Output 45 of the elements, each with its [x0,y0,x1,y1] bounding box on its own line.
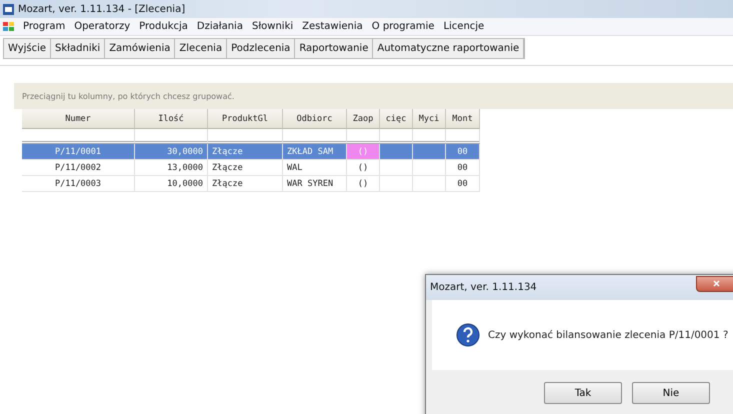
column-header[interactable]: Odbiorc [283,109,347,129]
table-cell: P/11/0003 [22,176,135,192]
dialog-message: Czy wykonać bilansowanie zlecenia P/11/0001 ? [488,330,728,340]
column-header[interactable]: Ilość [135,109,208,129]
table-cell: Złącze [208,176,283,192]
menu-item[interactable]: Program [23,21,66,32]
menu-item[interactable]: Działania [196,21,243,32]
menu-item[interactable]: O programie [372,21,434,32]
table-cell: P/11/0002 [22,160,135,176]
table-cell: 00 [446,160,480,176]
table-cell: 00 [446,176,480,192]
question-icon [456,323,480,347]
table-cell: () [347,160,380,176]
table-cell: () [347,144,380,160]
table-cell: 00 [446,144,480,160]
dialog-button[interactable]: Tak [544,382,622,404]
column-header[interactable]: Numer [22,109,135,129]
table-cell: ZKŁAD SAM [283,144,347,160]
table-cell: Złącze [208,144,283,160]
table-cell: 30,0000 [135,144,208,160]
menu-item[interactable]: Słowniki [252,21,294,32]
column-header[interactable]: Myci [413,109,446,129]
table-cell: Złącze [208,160,283,176]
close-button[interactable] [696,276,733,292]
app-icon [3,4,14,14]
column-header[interactable]: ProduktGl [208,109,283,129]
close-icon [712,280,720,287]
table-cell: WAL [283,160,347,176]
dialog-button[interactable]: Nie [632,382,710,404]
table-cell: WAR SYREN [283,176,347,192]
column-header[interactable]: cięc [380,109,413,129]
group-hint: Przeciągnij tu kolumny, po których chcesz grupować. [22,92,234,100]
window-menu-icon[interactable] [3,21,14,32]
column-header[interactable]: Zaop [347,109,380,129]
column-header[interactable]: Mont [446,109,480,129]
table-cell: 10,0000 [135,176,208,192]
table-cell: () [347,176,380,192]
menu-item[interactable]: Zestawienia [302,21,363,32]
table-cell: P/11/0001 [22,144,135,160]
table-cell: 13,0000 [135,160,208,176]
menu-item[interactable]: Licencje [443,21,484,32]
window-title: Mozart, ver. 1.11.134 - [Zlecenia] [18,4,186,14]
menu-item[interactable]: Produkcja [139,21,188,32]
dialog-title: Mozart, ver. 1.11.134 [430,282,537,293]
menu-item[interactable]: Operatorzy [74,21,130,32]
